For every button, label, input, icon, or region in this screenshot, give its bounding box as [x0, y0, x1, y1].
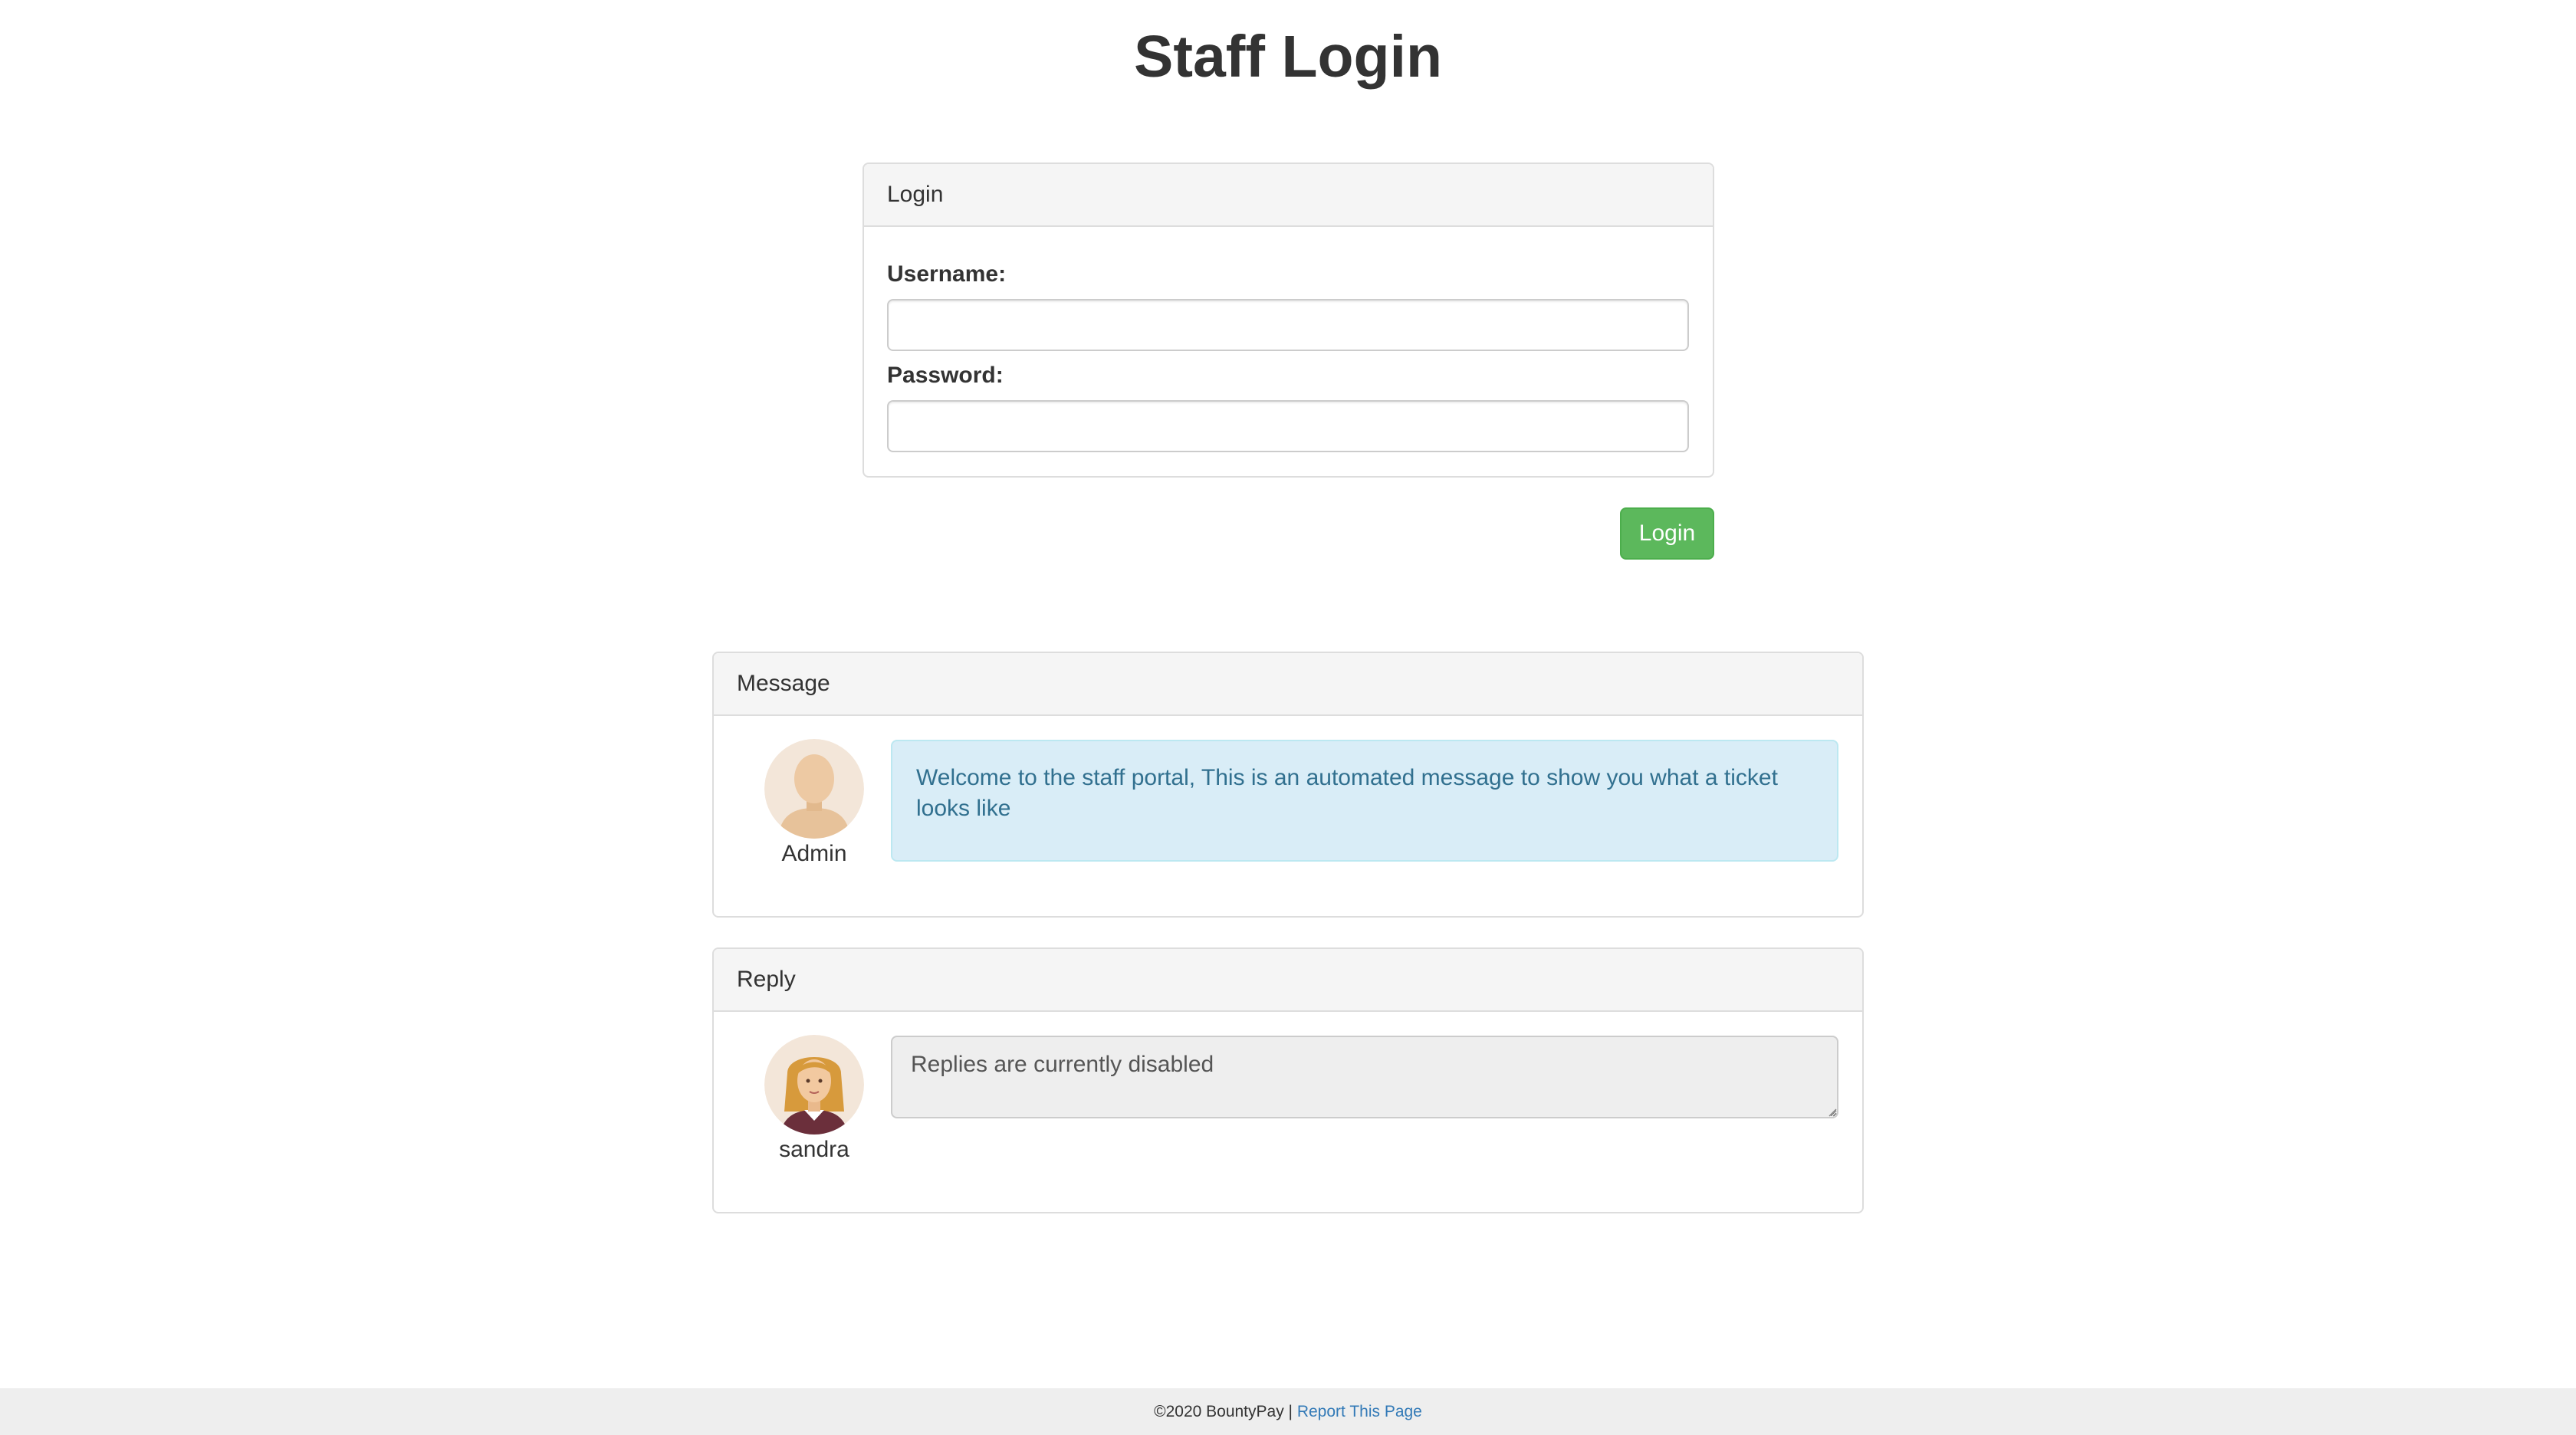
username-input[interactable]: [887, 299, 1689, 351]
message-text: Welcome to the staff portal, This is an …: [891, 740, 1838, 862]
password-label: Password:: [887, 363, 1004, 388]
resize-handle-icon[interactable]: [1828, 1108, 1837, 1117]
default-user-avatar-icon: [764, 739, 864, 839]
reply-author-name: sandra: [779, 1137, 849, 1162]
message-panel: Message Admin Welcome to the staff porta…: [712, 652, 1864, 918]
reply-panel-heading: Reply: [714, 949, 1862, 1012]
footer-separator: |: [1283, 1403, 1297, 1420]
report-page-link[interactable]: Report This Page: [1297, 1403, 1422, 1420]
reply-textarea[interactable]: Replies are currently disabled: [891, 1036, 1838, 1118]
footer-copyright: ©2020 BountyPay: [1154, 1403, 1284, 1420]
message-author-name: Admin: [781, 841, 847, 866]
female-user-avatar-icon: [764, 1035, 864, 1135]
reply-panel: Reply sandra Replies are currently disab…: [712, 947, 1864, 1213]
footer: ©2020 BountyPay | Report This Page: [0, 1388, 2576, 1435]
login-panel: Login Username: Password:: [863, 163, 1714, 478]
password-input[interactable]: [887, 400, 1689, 452]
page-title: Staff Login: [1133, 24, 1443, 90]
login-panel-heading: Login: [864, 164, 1713, 227]
message-panel-heading: Message: [714, 653, 1862, 716]
login-button[interactable]: Login: [1620, 507, 1714, 560]
username-label: Username:: [887, 261, 1007, 287]
